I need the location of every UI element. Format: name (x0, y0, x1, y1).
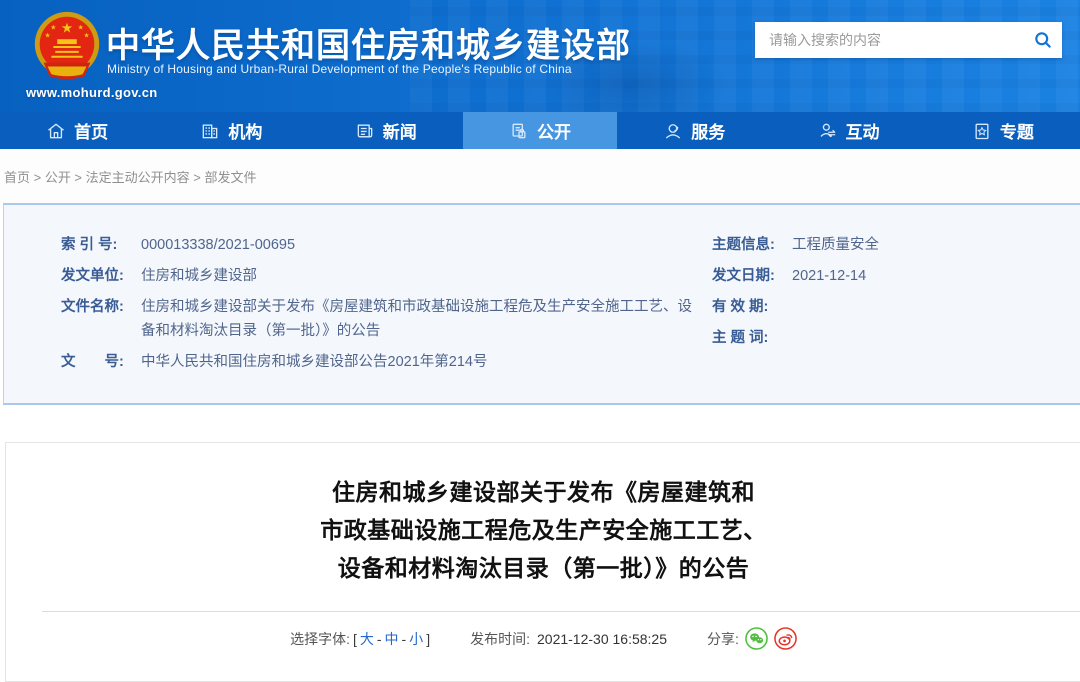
info-value: 2021-12-14 (788, 264, 866, 288)
info-row-issue-date: 发文日期: 2021-12-14 (712, 264, 1080, 288)
info-value: 住房和城乡建设部关于发布《房屋建筑和市政基础设施工程危及生产安全施工工艺、设备和… (137, 295, 704, 343)
info-value: 住房和城乡建设部 (137, 264, 257, 288)
wechat-share-icon[interactable] (745, 627, 768, 650)
publish-time-group: 发布时间: 2021-12-30 16:58:25 (470, 629, 667, 649)
news-icon (355, 121, 375, 141)
svg-text:★: ★ (61, 20, 73, 35)
info-row-validity: 有 效 期: (712, 295, 1080, 319)
site-header: ★ ★ ★ ★ ★ www.mohurd.gov.cn 中华人民共和国住房和城乡… (0, 0, 1080, 112)
font-size-separator: - (377, 631, 382, 647)
article-meta-bar: 选择字体: [ 大 - 中 - 小 ] 发布时间: 2021-12-30 16:… (6, 627, 1080, 650)
title-divider (42, 611, 1080, 612)
site-title: 中华人民共和国住房和城乡建设部 (106, 18, 631, 67)
nav-item-disclosure[interactable]: 公开 (463, 112, 617, 149)
font-size-selector: 选择字体: [ 大 - 中 - 小 ] (290, 629, 430, 649)
font-size-large-link[interactable]: 大 (360, 629, 374, 649)
info-row-document-title: 文件名称: 住房和城乡建设部关于发布《房屋建筑和市政基础设施工程危及生产安全施工… (61, 295, 704, 343)
service-icon (663, 121, 683, 141)
main-navigation: 首页 机构 新闻 公开 服务 (0, 112, 1080, 149)
info-label: 主题信息: (712, 233, 788, 257)
topic-icon (972, 121, 992, 141)
info-row-document-number: 文 号: 中华人民共和国住房和城乡建设部公告2021年第214号 (61, 350, 704, 374)
nav-item-label: 首页 (74, 118, 108, 143)
nav-item-topics[interactable]: 专题 (926, 112, 1080, 149)
nav-item-label: 新闻 (383, 118, 417, 143)
info-row-issuing-unit: 发文单位: 住房和城乡建设部 (61, 264, 704, 288)
info-label: 发文单位: (61, 264, 137, 288)
article-container: 住房和城乡建设部关于发布《房屋建筑和 市政基础设施工程危及生产安全施工工艺、 设… (5, 442, 1080, 682)
nav-item-service[interactable]: 服务 (617, 112, 771, 149)
site-url: www.mohurd.gov.cn (26, 85, 158, 100)
document-info-right-column: 主题信息: 工程质量安全 发文日期: 2021-12-14 有 效 期: 主 题… (704, 233, 1080, 381)
info-value (788, 326, 792, 350)
svg-text:★: ★ (78, 24, 84, 31)
info-value (788, 295, 792, 319)
svg-text:★: ★ (44, 32, 50, 39)
nav-item-label: 专题 (1000, 118, 1034, 143)
nav-item-interaction[interactable]: 互动 (771, 112, 925, 149)
publish-time-label: 发布时间: (470, 629, 530, 649)
share-label: 分享: (707, 629, 739, 649)
document-info-left-column: 索 引 号: 000013338/2021-00695 发文单位: 住房和城乡建… (4, 233, 704, 381)
organization-icon (200, 121, 220, 141)
info-row-keywords: 主 题 词: (712, 326, 1080, 350)
weibo-share-icon[interactable] (774, 627, 797, 650)
font-size-small-link[interactable]: 小 (409, 629, 423, 649)
font-size-medium-link[interactable]: 中 (385, 629, 399, 649)
disclosure-icon (509, 121, 529, 141)
svg-text:★: ★ (83, 32, 89, 39)
article-title-line: 市政基础设施工程危及生产安全施工工艺、 (6, 511, 1080, 549)
interaction-icon (818, 121, 838, 141)
publish-time-value: 2021-12-30 16:58:25 (537, 631, 667, 647)
info-label: 主 题 词: (712, 326, 788, 350)
document-info-panel: 索 引 号: 000013338/2021-00695 发文单位: 住房和城乡建… (3, 203, 1080, 405)
home-icon (46, 121, 66, 141)
nav-item-label: 服务 (691, 118, 725, 143)
article-title: 住房和城乡建设部关于发布《房屋建筑和 市政基础设施工程危及生产安全施工工艺、 设… (6, 473, 1080, 587)
info-label: 索 引 号: (61, 233, 137, 257)
info-label: 文件名称: (61, 295, 137, 343)
article-title-line: 设备和材料淘汰目录（第一批）》的公告 (6, 549, 1080, 587)
nav-item-label: 公开 (537, 118, 571, 143)
info-value: 工程质量安全 (788, 233, 879, 257)
info-row-index-number: 索 引 号: 000013338/2021-00695 (61, 233, 704, 257)
site-title-english: Ministry of Housing and Urban-Rural Deve… (107, 62, 572, 76)
search-box (755, 22, 1062, 58)
nav-item-news[interactable]: 新闻 (309, 112, 463, 149)
info-row-topic-info: 主题信息: 工程质量安全 (712, 233, 1080, 257)
font-select-label: 选择字体: (290, 629, 350, 649)
search-button[interactable] (1024, 22, 1062, 58)
bracket-close: ] (426, 631, 430, 647)
info-label: 文 号: (61, 350, 137, 374)
search-icon (1033, 30, 1053, 50)
nav-item-organization[interactable]: 机构 (154, 112, 308, 149)
font-size-separator: - (402, 631, 407, 647)
bracket-open: [ (353, 631, 357, 647)
nav-item-label: 机构 (228, 118, 262, 143)
svg-text:★: ★ (50, 24, 56, 31)
info-value: 000013338/2021-00695 (137, 233, 295, 257)
article-title-line: 住房和城乡建设部关于发布《房屋建筑和 (6, 473, 1080, 511)
national-emblem-icon: ★ ★ ★ ★ ★ (28, 7, 106, 87)
search-input[interactable] (755, 32, 1024, 48)
nav-item-home[interactable]: 首页 (0, 112, 154, 149)
nav-item-label: 互动 (846, 118, 880, 143)
info-label: 有 效 期: (712, 295, 788, 319)
info-value: 中华人民共和国住房和城乡建设部公告2021年第214号 (137, 350, 487, 374)
share-group: 分享: (707, 627, 797, 650)
breadcrumb[interactable]: 首页 > 公开 > 法定主动公开内容 > 部发文件 (0, 149, 1080, 203)
info-label: 发文日期: (712, 264, 788, 288)
